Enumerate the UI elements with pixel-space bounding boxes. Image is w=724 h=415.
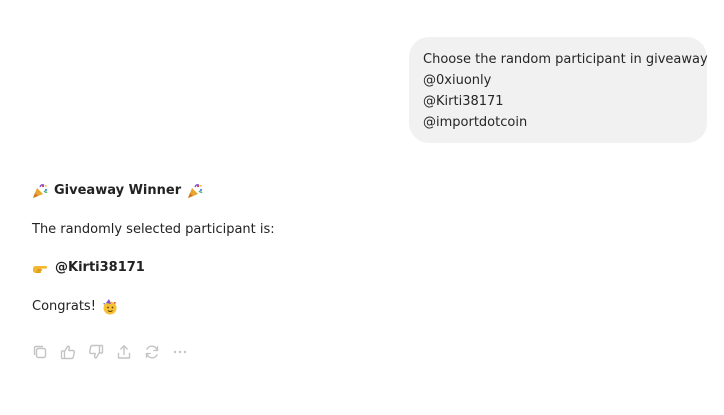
reply-title: Giveaway Winner [54, 183, 182, 198]
user-message-line: Choose the random participant in giveawa… [423, 52, 708, 67]
pointing-right-icon [32, 260, 48, 276]
thumbs-up-icon[interactable] [59, 343, 77, 361]
reply-heading: Giveaway Winner [32, 181, 203, 201]
more-icon[interactable] [171, 343, 189, 361]
congrats-text: Congrats! [32, 299, 96, 314]
party-popper-icon [187, 183, 203, 199]
reply-winner-line: @Kirti38171 [32, 258, 145, 278]
regenerate-icon[interactable] [143, 343, 161, 361]
reply-intro: The randomly selected participant is: [32, 222, 275, 237]
thumbs-down-icon[interactable] [87, 343, 105, 361]
message-actions [31, 343, 199, 361]
user-message-line: @importdotcoin [423, 115, 528, 130]
party-popper-icon [32, 183, 48, 199]
user-message-bubble: Choose the random participant in giveawa… [409, 37, 708, 143]
winner-handle: @Kirti38171 [55, 260, 145, 275]
share-icon[interactable] [115, 343, 133, 361]
reply-congrats-line: Congrats! [32, 297, 118, 317]
partying-face-icon [102, 299, 118, 315]
user-message-line: @0xiuonly [423, 73, 492, 88]
copy-icon[interactable] [31, 343, 49, 361]
user-message-line: @Kirti38171 [423, 94, 504, 109]
